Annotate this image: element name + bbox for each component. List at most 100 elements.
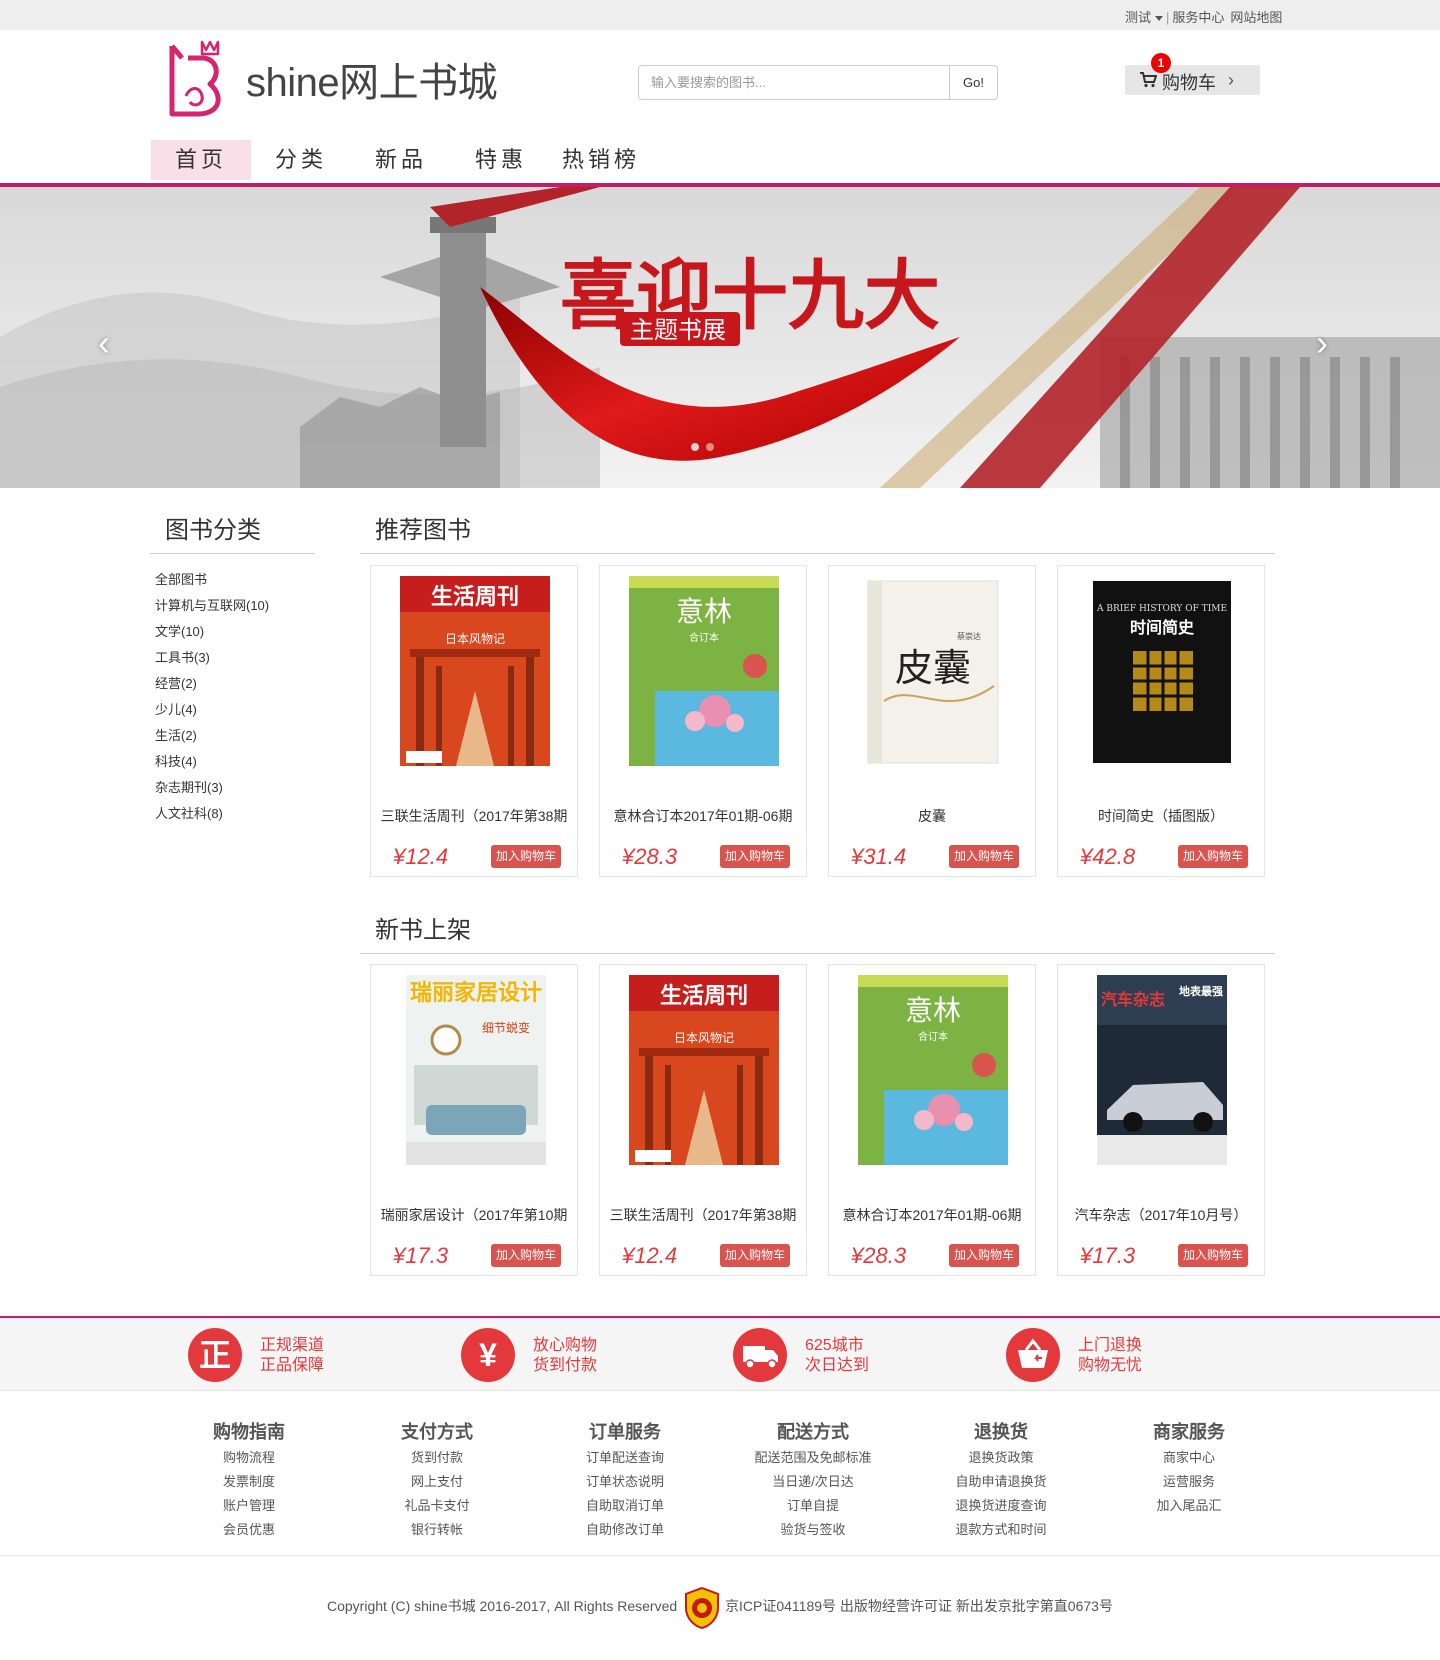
footer-link[interactable]: 退款方式和时间: [916, 1518, 1086, 1542]
link-service-center[interactable]: 服务中心: [1172, 7, 1224, 26]
book-cover-image[interactable]: 皮囊 蔡崇达: [844, 571, 1022, 771]
footer-link[interactable]: 购物流程: [164, 1446, 334, 1470]
add-to-cart-button[interactable]: 加入购物车: [1178, 1244, 1248, 1267]
book-card[interactable]: 意林 合订本 意林合订本2017年01期-06期 ¥28.3 加入购物车: [599, 565, 807, 877]
service-line: 625城市: [805, 1337, 864, 1354]
category-link[interactable]: 科技(4): [155, 752, 269, 778]
police-emblem-icon[interactable]: [682, 1586, 722, 1630]
footer-link[interactable]: 银行转帐: [352, 1518, 522, 1542]
footer-link[interactable]: 自助申请退换货: [916, 1470, 1086, 1494]
footer-link[interactable]: 退换货进度查询: [916, 1494, 1086, 1518]
service-line: 货到付款: [533, 1357, 598, 1374]
book-card[interactable]: 生活周刊 日本风物记 三联生活周刊（2017年第38期 ¥12.4 加入购物车: [370, 565, 578, 877]
book-cover-image[interactable]: A BRIEF HISTORY OF TIME 时间简史: [1073, 571, 1251, 771]
footer-link[interactable]: 验货与签收: [728, 1518, 898, 1542]
footer-link[interactable]: 自助修改订单: [540, 1518, 710, 1542]
footer-link[interactable]: 商家中心: [1104, 1446, 1274, 1470]
footer-link[interactable]: 当日递/次日达: [728, 1470, 898, 1494]
footer-link[interactable]: 发票制度: [164, 1470, 334, 1494]
add-to-cart-button[interactable]: 加入购物车: [491, 845, 561, 868]
book-title[interactable]: 皮囊: [829, 806, 1035, 826]
footer-link[interactable]: 自助取消订单: [540, 1494, 710, 1518]
search-button[interactable]: Go!: [949, 66, 997, 99]
carousel-next-icon[interactable]: ›: [1316, 322, 1328, 364]
book-cover-image[interactable]: 瑞丽家居设计 细节蜕变: [386, 970, 564, 1170]
icp-license-text[interactable]: 京ICP证041189号 出版物经营许可证 新出发京批字第直0673号: [725, 1596, 1113, 1616]
caret-down-icon[interactable]: [1155, 16, 1164, 22]
search-input[interactable]: [639, 66, 949, 99]
link-sitemap[interactable]: 网站地图: [1230, 7, 1282, 26]
book-title[interactable]: 汽车杂志（2017年10月号）: [1058, 1205, 1264, 1225]
footer-link[interactable]: 订单自提: [728, 1494, 898, 1518]
cart-label: 购物车: [1162, 73, 1216, 93]
add-to-cart-button[interactable]: 加入购物车: [491, 1244, 561, 1267]
category-link[interactable]: 人文社科(8): [155, 804, 269, 830]
footer-link[interactable]: 会员优惠: [164, 1518, 334, 1542]
nav-bestseller[interactable]: 热销榜: [551, 140, 651, 180]
book-card[interactable]: 意林 合订本 意林合订本2017年01期-06期 ¥28.3 加入购物车: [828, 964, 1036, 1276]
book-card[interactable]: 汽车杂志 地表最强 汽车杂志（2017年10月号） ¥17.3 加入购物车: [1057, 964, 1265, 1276]
book-title[interactable]: 意林合订本2017年01期-06期: [600, 806, 806, 826]
add-to-cart-button[interactable]: 加入购物车: [1178, 845, 1248, 868]
book-title[interactable]: 意林合订本2017年01期-06期: [829, 1205, 1035, 1225]
banner-carousel[interactable]: 喜迎十九大 主题书展 ‹ ›: [0, 187, 1440, 488]
nav-sale[interactable]: 特惠: [451, 140, 551, 180]
book-card[interactable]: 生活周刊 日本风物记 三联生活周刊（2017年第38期 ¥12.4 加入购物车: [599, 964, 807, 1276]
book-title[interactable]: 三联生活周刊（2017年第38期: [600, 1205, 806, 1225]
user-name[interactable]: 测试: [1125, 7, 1151, 26]
book-card[interactable]: A BRIEF HISTORY OF TIME 时间简史 时间简史（插图版） ¥…: [1057, 565, 1265, 877]
footer-link[interactable]: 退换货政策: [916, 1446, 1086, 1470]
book-cover-image[interactable]: 意林 合订本: [844, 970, 1022, 1170]
book-title[interactable]: 三联生活周刊（2017年第38期: [371, 806, 577, 826]
footer-link[interactable]: 加入尾品汇: [1104, 1494, 1274, 1518]
footer-link[interactable]: 订单配送查询: [540, 1446, 710, 1470]
category-link[interactable]: 杂志期刊(3): [155, 778, 269, 804]
category-link[interactable]: 生活(2): [155, 726, 269, 752]
divider: [0, 1555, 1440, 1556]
book-card[interactable]: 瑞丽家居设计 细节蜕变 瑞丽家居设计（2017年第10期 ¥17.3 加入购物车: [370, 964, 578, 1276]
footer-link[interactable]: 礼品卡支付: [352, 1494, 522, 1518]
book-price: ¥17.3: [393, 1243, 449, 1268]
footer-link[interactable]: 订单状态说明: [540, 1470, 710, 1494]
footer-link[interactable]: 货到付款: [352, 1446, 522, 1470]
divider: |: [1166, 10, 1170, 25]
book-title[interactable]: 瑞丽家居设计（2017年第10期: [371, 1205, 577, 1225]
category-link[interactable]: 文学(10): [155, 622, 269, 648]
footer-column: 支付方式 货到付款 网上支付 礼品卡支付 银行转帐: [352, 1418, 522, 1542]
site-title[interactable]: shine网上书城: [246, 50, 498, 108]
nav-home[interactable]: 首页: [151, 140, 251, 180]
truck-icon: [733, 1328, 787, 1382]
book-title[interactable]: 时间简史（插图版）: [1058, 806, 1264, 826]
footer-link[interactable]: 账户管理: [164, 1494, 334, 1518]
user-menu[interactable]: 测试: [1125, 7, 1164, 26]
add-to-cart-button[interactable]: 加入购物车: [720, 1244, 790, 1267]
add-to-cart-button[interactable]: 加入购物车: [949, 845, 1019, 868]
book-cover-image[interactable]: 汽车杂志 地表最强: [1073, 970, 1251, 1170]
footer-heading: 购物指南: [213, 1422, 285, 1442]
footer-link[interactable]: 配送范围及免邮标准: [728, 1446, 898, 1470]
category-link[interactable]: 计算机与互联网(10): [155, 596, 269, 622]
book-cover-image[interactable]: 生活周刊 日本风物记: [615, 970, 793, 1170]
book-price: ¥12.4: [393, 844, 449, 869]
zheng-icon: 正: [188, 1328, 242, 1382]
logo-icon[interactable]: [160, 38, 230, 122]
divider: [0, 1390, 1440, 1391]
footer-heading: 订单服务: [589, 1422, 661, 1442]
add-to-cart-button[interactable]: 加入购物车: [720, 845, 790, 868]
category-link[interactable]: 全部图书: [155, 570, 269, 596]
cart-button[interactable]: 1 购物车 ›: [1125, 53, 1260, 95]
book-cover-image[interactable]: 生活周刊 日本风物记: [386, 571, 564, 771]
carousel-prev-icon[interactable]: ‹: [98, 322, 110, 364]
footer-column: 购物指南 购物流程 发票制度 账户管理 会员优惠: [164, 1418, 334, 1542]
book-cover-image[interactable]: 意林 合订本: [615, 571, 793, 771]
nav-new[interactable]: 新品: [351, 140, 451, 180]
footer-link[interactable]: 网上支付: [352, 1470, 522, 1494]
category-link[interactable]: 少儿(4): [155, 700, 269, 726]
add-to-cart-button[interactable]: 加入购物车: [949, 1244, 1019, 1267]
category-link[interactable]: 工具书(3): [155, 648, 269, 674]
book-card[interactable]: 皮囊 蔡崇达 皮囊 ¥31.4 加入购物车: [828, 565, 1036, 877]
copyright-text: Copyright (C) shine书城 2016-2017, All Rig…: [327, 1598, 678, 1614]
footer-link[interactable]: 运营服务: [1104, 1470, 1274, 1494]
nav-category[interactable]: 分类: [251, 140, 351, 180]
category-link[interactable]: 经营(2): [155, 674, 269, 700]
